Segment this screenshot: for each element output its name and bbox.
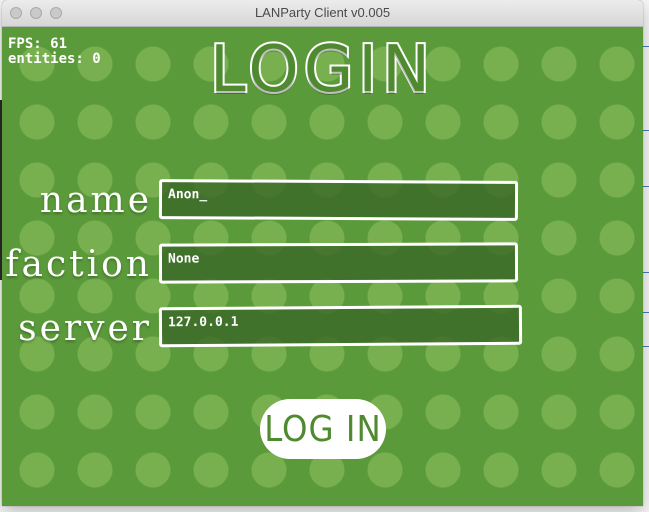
- server-field-box[interactable]: [158, 304, 523, 348]
- login-button[interactable]: LOG IN: [260, 399, 386, 459]
- faction-label: faction: [5, 244, 152, 285]
- name-input[interactable]: [167, 187, 499, 204]
- name-label: name: [39, 180, 152, 221]
- page-title: LOGIN: [208, 31, 436, 109]
- title-bar[interactable]: LANParty Client v0.005: [2, 0, 643, 27]
- app-window: LANParty Client v0.005 FPS: 61 entities:…: [2, 0, 643, 506]
- server-label: server: [18, 308, 152, 349]
- name-field-box[interactable]: [158, 179, 519, 221]
- window-title: LANParty Client v0.005: [254, 5, 391, 20]
- game-canvas[interactable]: FPS: 61 entities: 0 LOGIN name faction s…: [2, 27, 643, 506]
- faction-input[interactable]: [167, 250, 499, 267]
- server-input[interactable]: [167, 312, 499, 331]
- faction-field-box[interactable]: [158, 242, 519, 284]
